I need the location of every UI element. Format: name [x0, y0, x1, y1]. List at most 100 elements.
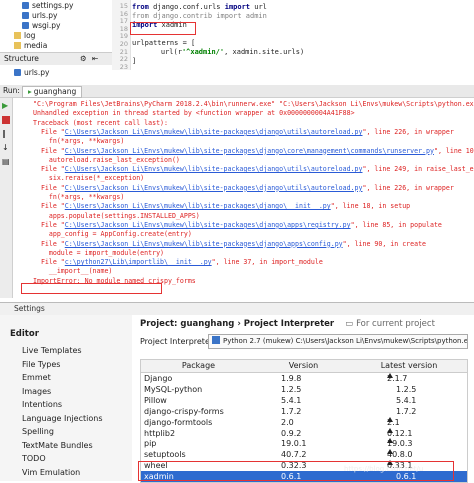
console-line: app_config = AppConfig.create(entry): [33, 230, 192, 238]
console-file-link[interactable]: c:\python27\Lib\importlib\__init__.py: [65, 258, 212, 266]
tree-item-label: media: [24, 41, 47, 50]
settings-nav-item[interactable]: Live Templates: [22, 345, 82, 356]
package-name: Pillow: [144, 395, 167, 406]
settings-nav-item[interactable]: Intentions: [22, 399, 62, 410]
hide-panel-icon[interactable]: ⇤: [92, 54, 98, 64]
package-row[interactable]: django-formtools2.02.1: [141, 417, 467, 428]
breadcrumb: Project: guanghang › Project Interpreter…: [140, 319, 435, 329]
tree-item[interactable]: urls.py: [22, 11, 57, 21]
console-text: ", line 249, in raise_last_exception: [363, 165, 474, 173]
console-text: __import__(name): [33, 267, 112, 275]
print-icon[interactable]: ▤: [2, 158, 10, 166]
console-text: ", line 85, in populate: [351, 221, 442, 229]
package-row[interactable]: django-crispy-forms1.7.21.7.2: [141, 406, 467, 417]
structure-panel-header: Structure ⚙ ⇤: [0, 52, 112, 66]
package-row[interactable]: Pillow5.4.15.4.1: [141, 395, 467, 406]
console-text: fn(*args, **kwargs): [33, 137, 124, 145]
interpreter-select[interactable]: Python 2.7 (mukew) C:\Users\Jackson Li\E…: [208, 334, 468, 349]
settings-nav-item[interactable]: Emmet: [22, 372, 51, 383]
rerun-icon[interactable]: ▶: [2, 102, 10, 110]
package-row[interactable]: pip19.0.119.0.3: [141, 438, 467, 449]
upgrade-arrow-icon[interactable]: [387, 449, 393, 454]
code-line: urlpatterns = [: [132, 39, 195, 48]
upgrade-arrow-icon[interactable]: [387, 428, 393, 433]
line-gutter: 151617181920212223: [112, 0, 131, 70]
package-latest: 1.2.5: [396, 384, 416, 395]
console-text: "C:\Program Files\JetBrains\PyCharm 2018…: [33, 100, 474, 108]
code-editor[interactable]: 151617181920212223 from django.conf.urls…: [112, 0, 474, 70]
console-line: File "C:\Users\Jackson Li\Envs\mukew\lib…: [33, 128, 454, 136]
settings-nav-item[interactable]: Images: [22, 386, 51, 397]
code-token: django.conf.urls: [153, 3, 225, 11]
column-header[interactable]: Package: [141, 360, 257, 373]
console-text: Unhandled exception in thread started by…: [33, 109, 355, 117]
console-text: ", line 37, in import_module: [212, 258, 323, 266]
console-line: "C:\Program Files\JetBrains\PyCharm 2018…: [33, 100, 474, 108]
settings-nav-item[interactable]: TextMate Bundles: [22, 440, 93, 451]
settings-nav-item[interactable]: File Types: [22, 359, 60, 370]
tree-item[interactable]: media: [14, 41, 47, 51]
console-line: File "C:\Users\Jackson Li\Envs\mukew\lib…: [33, 184, 454, 192]
upgrade-arrow-icon[interactable]: [387, 417, 393, 422]
scroll-to-end-icon[interactable]: ↓: [2, 144, 10, 152]
pause-icon[interactable]: ‖: [2, 130, 10, 138]
console-file-link[interactable]: C:\Users\Jackson Li\Envs\mukew\lib\site-…: [65, 202, 331, 210]
code-token: from django.contrib import admin: [132, 12, 267, 20]
code-token: , xadmin.site.urls): [224, 48, 304, 56]
column-header[interactable]: Version: [256, 360, 352, 373]
breadcrumb-project: Project: guanghang: [140, 319, 234, 329]
settings-section-editor[interactable]: Editor: [10, 329, 39, 339]
settings-nav-item[interactable]: TODO: [22, 453, 46, 464]
code-line: from django.contrib import admin: [132, 12, 267, 21]
package-latest: 19.0.3: [387, 438, 412, 449]
run-panel-header: Run: ▸guanghang: [0, 85, 474, 98]
import-error-highlight: [21, 283, 162, 294]
line-number: 23: [114, 63, 128, 71]
console-file-link[interactable]: C:\Users\Jackson Li\Envs\mukew\lib\site-…: [65, 184, 363, 192]
settings-titlebar: Settings: [0, 302, 474, 316]
project-interpreter-page: Project: guanghang › Project Interpreter…: [132, 315, 474, 481]
console-text: app_config = AppConfig.create(entry): [33, 230, 192, 238]
console-text: File ": [33, 147, 65, 155]
python-file-icon: [22, 2, 29, 9]
console-line: Traceback (most recent call last):: [33, 119, 168, 127]
run-console-output[interactable]: "C:\Program Files\JetBrains\PyCharm 2018…: [13, 98, 474, 298]
settings-nav-item[interactable]: Spelling: [22, 426, 54, 437]
console-line: fn(*args, **kwargs): [33, 193, 124, 201]
package-row[interactable]: Django1.9.82.1.7: [141, 373, 467, 384]
tree-item[interactable]: settings.py: [22, 1, 74, 11]
console-text: fn(*args, **kwargs): [33, 193, 124, 201]
package-row[interactable]: MySQL-python1.2.51.2.5: [141, 384, 467, 395]
run-tab-guanghang[interactable]: ▸guanghang: [22, 86, 82, 98]
console-file-link[interactable]: C:\Users\Jackson Li\Envs\mukew\lib\site-…: [65, 147, 434, 155]
console-file-link[interactable]: C:\Users\Jackson Li\Envs\mukew\lib\site-…: [65, 165, 363, 173]
package-latest-value: 5.4.1: [396, 396, 416, 405]
settings-gear-icon[interactable]: ⚙: [80, 54, 87, 64]
package-row[interactable]: httplib20.9.20.12.1: [141, 428, 467, 439]
scope-icon: ▭: [345, 319, 353, 329]
console-text: File ": [33, 240, 65, 248]
run-label: Run:: [3, 86, 20, 96]
package-row[interactable]: setuptools40.7.240.8.0: [141, 449, 467, 460]
column-header[interactable]: Latest version: [351, 360, 468, 373]
breadcrumb-page: Project Interpreter: [244, 319, 334, 329]
package-name: django-formtools: [144, 417, 212, 428]
stop-icon[interactable]: [2, 116, 10, 124]
upgrade-arrow-icon[interactable]: [387, 373, 393, 378]
tree-item[interactable]: wsgi.py: [22, 21, 60, 31]
folder-icon: [14, 32, 21, 39]
console-file-link[interactable]: C:\Users\Jackson Li\Envs\mukew\lib\site-…: [65, 240, 343, 248]
python-file-icon: [22, 22, 29, 29]
console-file-link[interactable]: C:\Users\Jackson Li\Envs\mukew\lib\site-…: [65, 128, 363, 136]
settings-nav-item[interactable]: Vim Emulation: [22, 467, 80, 478]
tree-item[interactable]: log: [14, 31, 35, 41]
structure-file[interactable]: urls.py: [14, 68, 49, 77]
code-token: from: [132, 3, 153, 11]
console-text: apps.populate(settings.INSTALLED_APPS): [33, 212, 200, 220]
console-file-link[interactable]: C:\Users\Jackson Li\Envs\mukew\lib\site-…: [65, 221, 351, 229]
console-line: autoreload.raise_last_exception(): [33, 156, 180, 164]
python-icon: [212, 336, 220, 344]
code-line: url(r'^xadmin/', xadmin.site.urls): [144, 48, 304, 57]
settings-nav-item[interactable]: Language Injections: [22, 413, 103, 424]
upgrade-arrow-icon[interactable]: [387, 438, 393, 443]
